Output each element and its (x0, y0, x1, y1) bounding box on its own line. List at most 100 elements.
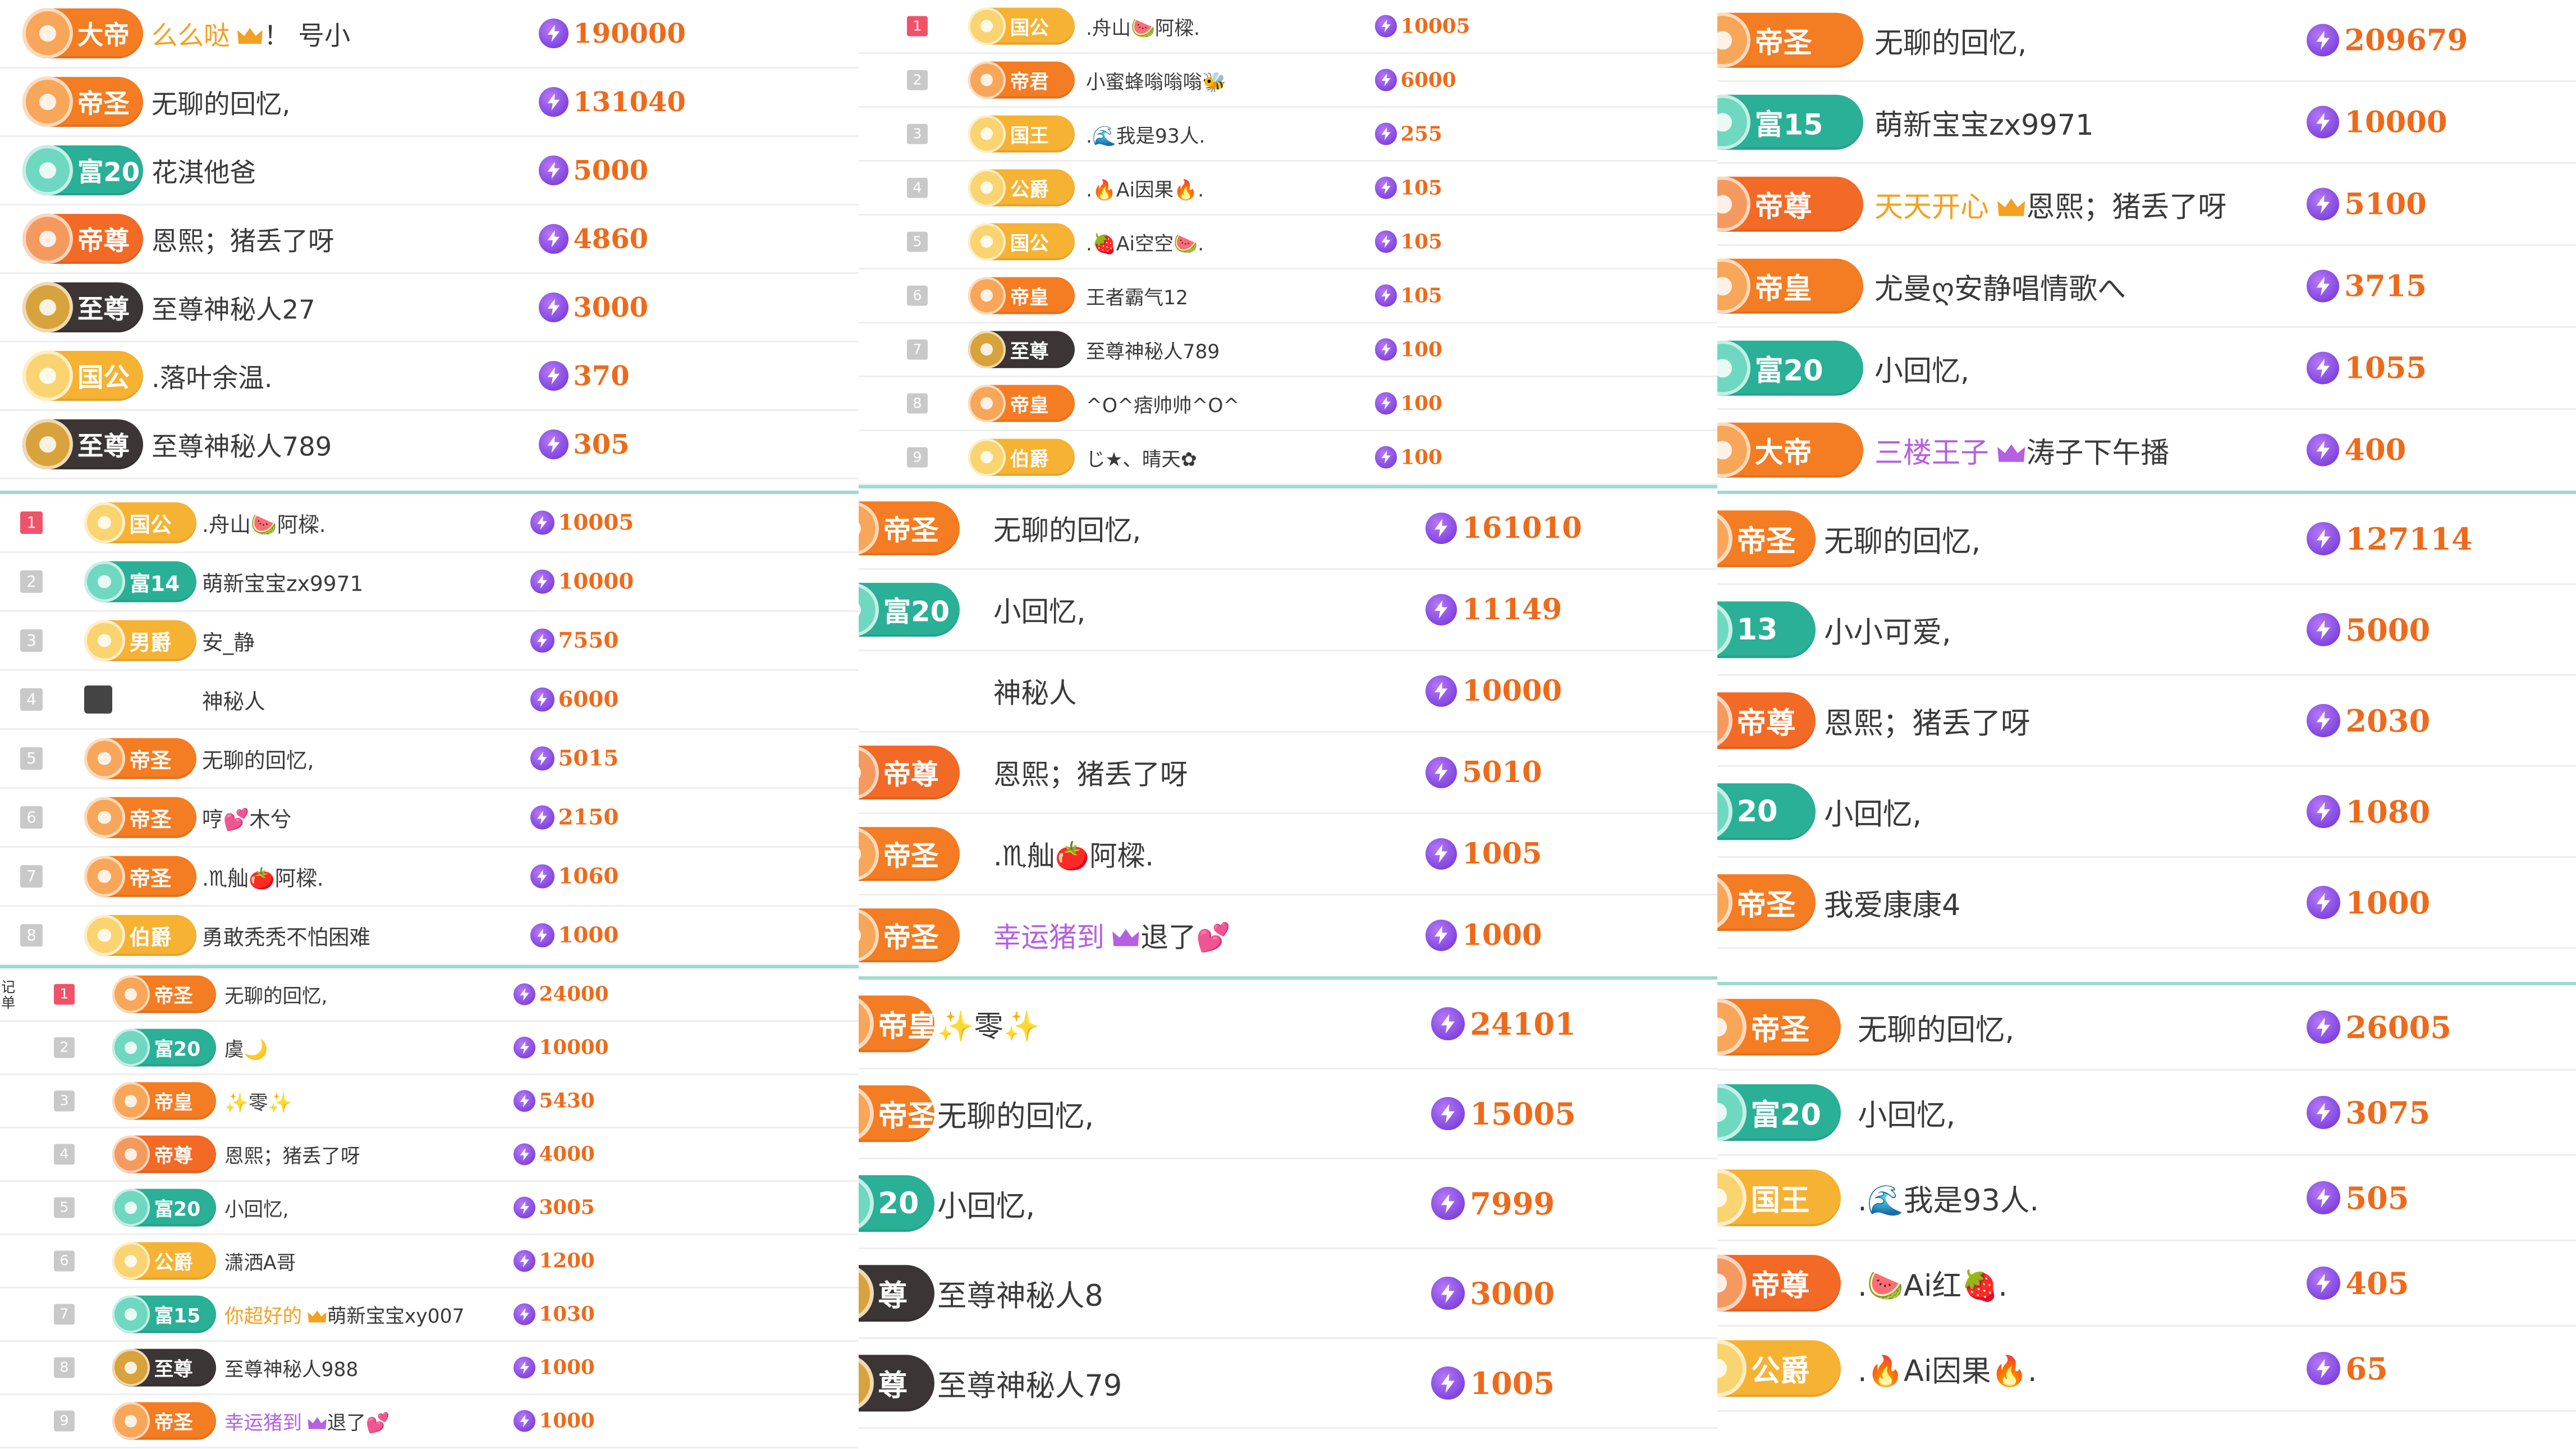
user-name[interactable]: 天天开心 恩熙；猪丢了呀 (1874, 184, 2226, 225)
user-name[interactable]: .🌊我是93人. (1858, 1177, 2039, 1219)
leaderboard-row[interactable]: 5 国公 .🍓Ai空空🍉. 105 (859, 216, 1717, 269)
user-name[interactable]: .舟山🍉阿樑. (1086, 12, 1200, 40)
leaderboard-row[interactable]: 5 帝圣 无聊的回忆, 5015 (0, 730, 859, 789)
user-name[interactable]: 无聊的回忆, (224, 980, 327, 1008)
user-name[interactable]: 无聊的回忆, (1874, 20, 2027, 61)
leaderboard-row[interactable]: 1 国公 .舟山🍉阿樑. 10005 (0, 494, 859, 553)
leaderboard-row[interactable]: 7 至尊 至尊神秘人789 100 (859, 323, 1717, 377)
leaderboard-row[interactable]: 8 至尊 至尊神秘人988 1000 (0, 1342, 859, 1395)
user-name[interactable]: 无聊的回忆, (1858, 1006, 2014, 1049)
user-name[interactable]: 哼💕木兮 (202, 802, 291, 833)
leaderboard-row[interactable]: 2 帝君 小蜜蜂嗡嗡嗡🐝 6000 (859, 54, 1717, 108)
leaderboard-row[interactable]: 神秘人 10000 (859, 651, 1717, 733)
leaderboard-row[interactable]: 大帝 么么哒 ！ 号小 190000 (0, 0, 859, 68)
user-name[interactable]: 小回忆, (1824, 790, 1922, 833)
leaderboard-row[interactable]: 帝尊 天天开心 恩熙；猪丢了呀 5100 (1717, 164, 2576, 246)
user-name[interactable]: 萌新宝宝zx9971 (202, 566, 363, 597)
user-name[interactable]: 恩熙；猪丢了呀 (152, 220, 334, 258)
leaderboard-row[interactable]: 6 公爵 潇洒A哥 1200 (0, 1235, 859, 1288)
leaderboard-row[interactable]: 8 帝皇 ^O^痞帅帅^O^ 100 (859, 377, 1717, 431)
user-name[interactable]: .🍉Ai红🍓. (1858, 1262, 2007, 1305)
leaderboard-row[interactable]: 7 帝圣 .♏舢🍅阿樑. 1060 (0, 848, 859, 907)
leaderboard-row[interactable]: 至尊 至尊神秘人789 305 (0, 411, 859, 479)
user-name[interactable]: 小回忆, (937, 1182, 1035, 1225)
leaderboard-row[interactable]: 帝圣 幸运猪到 退了💕 1000 (859, 895, 1717, 968)
user-name[interactable]: 你超好的 萌新宝宝xy007 (224, 1300, 465, 1328)
user-name[interactable]: 小小可爱, (1824, 609, 1951, 651)
user-name[interactable]: 无聊的回忆, (937, 1093, 1094, 1135)
user-name[interactable]: 至尊神秘人27 (152, 289, 315, 326)
leaderboard-row[interactable]: 2 富20 虞🌙 10000 (0, 1022, 859, 1075)
user-name[interactable]: 至尊神秘人988 (224, 1354, 358, 1382)
leaderboard-row[interactable]: 1 国公 .舟山🍉阿樑. 10005 (859, 0, 1717, 54)
user-name[interactable]: 至尊神秘人789 (152, 426, 332, 463)
leaderboard-row[interactable]: 20 小回忆, 1080 (1717, 767, 2576, 858)
user-name[interactable]: .落叶余温. (152, 357, 273, 395)
leaderboard-row[interactable]: 帝圣 我爱康康4 1000 (1717, 858, 2576, 949)
leaderboard-row[interactable]: 帝尊 恩熙；猪丢了呀 2030 (1717, 676, 2576, 767)
leaderboard-row[interactable]: 尊至尊神秘人8 3000 (859, 1249, 1717, 1339)
user-name[interactable]: .♏舢🍅阿樑. (993, 834, 1154, 874)
user-name[interactable]: ✨零✨ (224, 1087, 292, 1115)
user-name[interactable]: 至尊神秘人79 (937, 1362, 1122, 1405)
user-name[interactable]: .🍓Ai空空🍉. (1086, 228, 1204, 256)
user-name[interactable]: 无聊的回忆, (202, 743, 314, 774)
leaderboard-row[interactable]: 帝圣 无聊的回忆, 15005 (859, 1069, 1717, 1159)
leaderboard-row[interactable]: 帝圣 无聊的回忆, 209679 (1717, 0, 2576, 82)
leaderboard-row[interactable]: 帝圣 无聊的回忆, 161010 (859, 488, 1717, 570)
user-name[interactable]: 幸运猪到 退了💕 (224, 1407, 390, 1435)
leaderboard-row[interactable]: 公爵 .🔥Ai因果🔥. 65 (1717, 1327, 2576, 1412)
leaderboard-row[interactable]: 帝圣 .♏舢🍅阿樑. 1005 (859, 814, 1717, 895)
user-name[interactable]: 恩熙；猪丢了呀 (1824, 700, 2030, 742)
leaderboard-row[interactable]: 帝尊 恩熙；猪丢了呀 4860 (0, 205, 859, 274)
leaderboard-row[interactable]: 帝皇 ✨零✨ 24101 (859, 980, 1717, 1069)
leaderboard-row[interactable]: 国公 .落叶余温. 370 (0, 342, 859, 411)
user-name[interactable]: 我爱康康4 (1824, 881, 1960, 924)
user-name[interactable]: 小回忆, (1874, 348, 1969, 389)
user-name[interactable]: じ★、晴天✿ (1086, 444, 1197, 472)
user-name[interactable]: 恩熙；猪丢了呀 (224, 1140, 360, 1168)
user-name[interactable]: .♏舢🍅阿樑. (202, 861, 324, 892)
user-name[interactable]: 么么哒 ！ 号小 (152, 15, 350, 52)
leaderboard-row[interactable]: 2 富14 萌新宝宝zx9971 10000 (0, 553, 859, 612)
leaderboard-row[interactable]: 帝圣 无聊的回忆, 26005 (1717, 985, 2576, 1071)
leaderboard-row[interactable]: 帝皇 尤曼ღ安静唱情歌へ 3715 (1717, 246, 2576, 328)
user-name[interactable]: 小回忆, (1858, 1091, 1955, 1134)
leaderboard-row[interactable]: 国王 .🌊我是93人. 505 (1717, 1156, 2576, 1241)
leaderboard-row[interactable]: 5 富20 小回忆, 3005 (0, 1182, 859, 1235)
user-name[interactable]: 无聊的回忆, (152, 83, 290, 121)
user-name[interactable]: 至尊神秘人8 (937, 1272, 1103, 1315)
leaderboard-row[interactable]: 13 小小可爱, 5000 (1717, 585, 2576, 676)
leaderboard-row[interactable]: 20 小回忆, 7999 (859, 1159, 1717, 1249)
leaderboard-row[interactable]: 富20 小回忆, 1055 (1717, 328, 2576, 410)
leaderboard-row[interactable]: 尊至尊神秘人79 1005 (859, 1339, 1717, 1429)
leaderboard-row[interactable]: 9 伯爵 じ★、晴天✿ 100 (859, 431, 1717, 485)
leaderboard-row[interactable]: 4 帝尊 恩熙；猪丢了呀 4000 (0, 1128, 859, 1182)
leaderboard-row[interactable]: 帝尊 .🍉Ai红🍓. 405 (1717, 1241, 2576, 1327)
user-name[interactable]: 花淇他爸 (152, 152, 256, 189)
user-name[interactable]: 无聊的回忆, (1824, 518, 1981, 560)
user-name[interactable]: 小回忆, (993, 590, 1085, 630)
leaderboard-row[interactable]: 6 帝皇 王者霸气12 105 (859, 269, 1717, 323)
leaderboard-row[interactable]: 大帝 三楼王子 涛子下午播 400 (1717, 410, 2576, 483)
user-name[interactable]: .🔥Ai因果🔥. (1858, 1347, 2037, 1390)
leaderboard-row[interactable]: 帝圣 无聊的回忆, 131040 (0, 68, 859, 137)
user-name[interactable]: 三楼王子 涛子下午播 (1874, 429, 2169, 471)
user-name[interactable]: .舟山🍉阿樑. (202, 508, 326, 538)
user-name[interactable]: 潇洒A哥 (224, 1247, 296, 1275)
leaderboard-row[interactable]: 7 富15 你超好的 萌新宝宝xy007 1030 (0, 1288, 859, 1342)
user-name[interactable]: 尤曼ღ安静唱情歌へ (1874, 266, 2126, 307)
leaderboard-row[interactable]: 富20 花淇他爸 5000 (0, 137, 859, 205)
leaderboard-row[interactable]: 1 帝圣 无聊的回忆, 24000 (0, 968, 859, 1022)
user-name[interactable]: .🌊我是93人. (1086, 120, 1205, 148)
user-name[interactable]: ✨零✨ (937, 1003, 1040, 1045)
user-name[interactable]: 无聊的回忆, (993, 509, 1141, 548)
leaderboard-row[interactable]: 帝尊 恩熙；猪丢了呀 5010 (859, 733, 1717, 814)
leaderboard-row[interactable]: 至尊 至尊神秘人27 3000 (0, 274, 859, 342)
user-name[interactable]: ^O^痞帅帅^O^ (1086, 390, 1239, 418)
leaderboard-row[interactable]: 3 男爵 安_静 7550 (0, 612, 859, 671)
user-name[interactable]: .🔥Ai因果🔥. (1086, 174, 1204, 202)
user-name[interactable]: 勇敢秃秃不怕困难 (202, 920, 370, 951)
leaderboard-row[interactable]: 6 帝圣 哼💕木兮 2150 (0, 789, 859, 848)
user-name[interactable]: 小蜜蜂嗡嗡嗡🐝 (1086, 66, 1226, 94)
